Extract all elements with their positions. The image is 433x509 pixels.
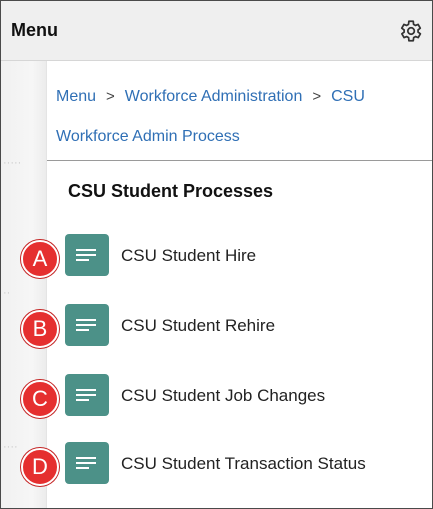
menu-item-student-hire[interactable]: A CSU Student Hire [21,234,421,280]
breadcrumb-csu-link[interactable]: CSU [331,88,365,105]
section-divider [47,160,432,161]
breadcrumb-menu-link[interactable]: Menu [56,88,96,105]
gear-icon[interactable] [397,18,423,44]
side-panel-faded-text: ····· [3,157,22,169]
menu-item-label: CSU Student Transaction Status [121,454,366,473]
annotation-badge: D [21,448,59,486]
collapsed-side-panel[interactable]: ····· ·· ···· [1,61,47,508]
menu-item-label: CSU Student Job Changes [121,386,326,405]
menu-item-student-transaction-status[interactable]: D CSU Student Transaction Status [21,442,421,488]
list-lines-icon [65,374,109,416]
app-frame: Menu ····· ·· ···· Menu > Workforce Admini… [0,0,433,509]
breadcrumb-workforce-admin-process-link[interactable]: Workforce Admin Process [56,128,240,145]
menu-item-student-job-changes[interactable]: C CSU Student Job Changes [21,374,421,420]
list-lines-icon [65,304,109,346]
section-title: CSU Student Processes [68,181,274,201]
breadcrumb-workforce-administration-link[interactable]: Workforce Administration [125,88,303,105]
list-lines-icon [65,442,109,484]
menu-header: Menu [1,1,432,61]
side-panel-faded-text: ···· [3,441,18,453]
menu-item-label: CSU Student Hire [121,246,257,265]
breadcrumb-separator: > [106,88,115,105]
annotation-badge: A [21,240,59,278]
breadcrumb-separator: > [312,88,322,105]
menu-item-label: CSU Student Rehire [121,316,276,335]
side-panel-faded-text: ·· [3,287,11,299]
menu-item-student-rehire[interactable]: B CSU Student Rehire [21,304,421,350]
breadcrumb: Menu > Workforce Administration > CSU Workfo… [56,77,426,157]
list-lines-icon [65,234,109,276]
menu-title: Menu [11,20,58,40]
annotation-badge: B [21,310,59,348]
annotation-badge: C [21,380,59,418]
